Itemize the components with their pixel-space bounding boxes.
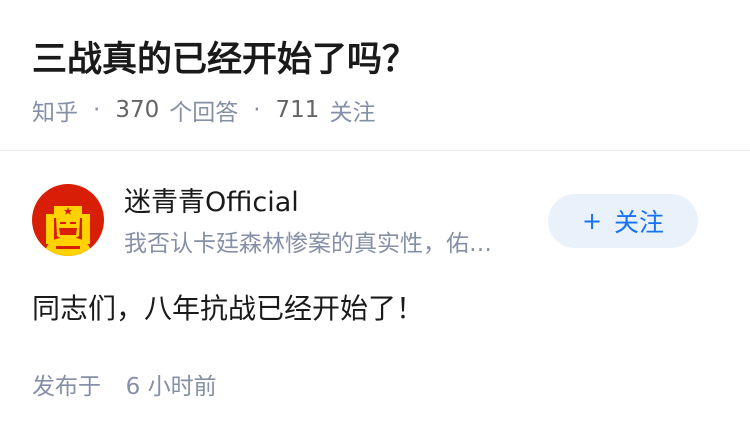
source-label[interactable]: 知乎 xyxy=(32,93,78,127)
answer-card: 迷青青Official 我否认卡廷森林惨案的真实性，佑… + 关注 同志们，八年… xyxy=(0,151,750,438)
follow-button[interactable]: + 关注 xyxy=(548,194,698,248)
meta-separator: · xyxy=(253,97,261,123)
follower-count: 711 xyxy=(275,97,320,123)
plus-icon: + xyxy=(581,207,603,235)
question-meta: 知乎 · 370 个回答 · 711 关注 xyxy=(32,92,375,128)
answer-count-label[interactable]: 个回答 xyxy=(169,93,238,127)
answer-content[interactable]: 同志们，八年抗战已经开始了！ xyxy=(32,289,424,329)
avatar-portrait-icon xyxy=(32,184,104,256)
question-header: 三战真的已经开始了吗？ 知乎 · 370 个回答 · 711 关注 xyxy=(0,0,750,150)
follow-button-label: 关注 xyxy=(614,208,665,237)
answer-timestamp: 发布于 6 小时前 xyxy=(32,370,217,404)
published-time: 6 小时前 xyxy=(125,374,217,400)
published-label: 发布于 xyxy=(32,374,101,400)
meta-separator: · xyxy=(93,97,101,123)
follower-count-label[interactable]: 关注 xyxy=(329,93,375,127)
answer-count: 370 xyxy=(115,97,160,123)
question-answer-page: 三战真的已经开始了吗？ 知乎 · 370 个回答 · 711 关注 迷青青Off… xyxy=(0,0,750,438)
author-name[interactable]: 迷青青Official xyxy=(124,185,299,221)
question-title[interactable]: 三战真的已经开始了吗？ xyxy=(32,36,417,84)
avatar[interactable] xyxy=(32,184,104,256)
author-bio: 我否认卡廷森林惨案的真实性，佑… xyxy=(124,231,492,257)
